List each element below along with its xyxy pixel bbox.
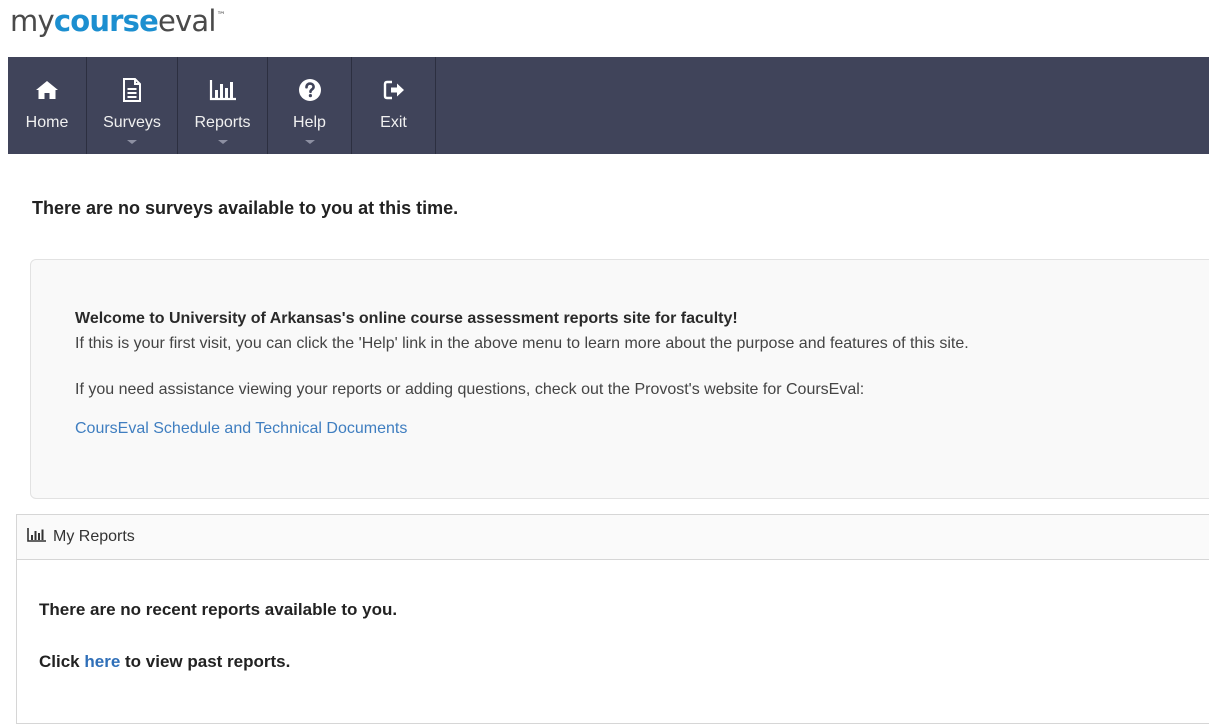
nav-surveys-label: Surveys	[103, 114, 161, 131]
chevron-down-icon	[127, 140, 137, 144]
logo-prefix: my	[10, 4, 55, 38]
nav-home[interactable]: Home	[8, 57, 87, 154]
bar-chart-icon	[27, 527, 47, 547]
nav-home-label: Home	[25, 114, 69, 131]
nav-surveys[interactable]: Surveys	[87, 57, 178, 154]
my-reports-title: My Reports	[53, 528, 135, 545]
logo-trademark: ™	[216, 11, 226, 21]
logo: my course eval ™	[10, 4, 226, 44]
nav-exit-label: Exit	[380, 114, 407, 131]
past-reports-line: Click here to view past reports.	[39, 652, 290, 672]
nav-exit[interactable]: Exit	[352, 57, 436, 154]
sign-out-icon	[383, 79, 405, 101]
question-icon	[298, 79, 322, 101]
no-surveys-message: There are no surveys available to you at…	[32, 198, 459, 218]
home-icon	[35, 79, 59, 101]
my-reports-panel: My Reports There are no recent reports a…	[16, 514, 1209, 724]
welcome-assistance-text: If you need assistance viewing your repo…	[75, 381, 865, 398]
logo-suffix: eval	[158, 4, 216, 38]
no-recent-reports-message: There are no recent reports available to…	[39, 600, 398, 619]
coursEval-docs-link[interactable]: CoursEval Schedule and Technical Documen…	[75, 420, 407, 438]
bar-chart-icon	[209, 79, 237, 101]
past-reports-prefix: Click	[39, 652, 85, 671]
main-navbar: Home Surveys Reports Help Exit	[8, 57, 1209, 154]
logo-accent: course	[53, 4, 159, 38]
welcome-help-text: If this is your first visit, you can cli…	[75, 335, 969, 352]
welcome-title: Welcome to University of Arkansas's onli…	[75, 310, 738, 327]
past-reports-link[interactable]: here	[84, 652, 120, 671]
past-reports-suffix: to view past reports.	[120, 652, 291, 671]
chevron-down-icon	[304, 140, 315, 144]
chevron-down-icon	[217, 140, 228, 144]
welcome-panel: Welcome to University of Arkansas's onli…	[30, 259, 1209, 499]
nav-help-label: Help	[293, 114, 326, 131]
document-icon	[122, 78, 142, 102]
nav-help[interactable]: Help	[268, 57, 352, 154]
my-reports-header: My Reports	[17, 515, 1209, 560]
nav-reports[interactable]: Reports	[178, 57, 268, 154]
nav-reports-label: Reports	[194, 114, 251, 131]
